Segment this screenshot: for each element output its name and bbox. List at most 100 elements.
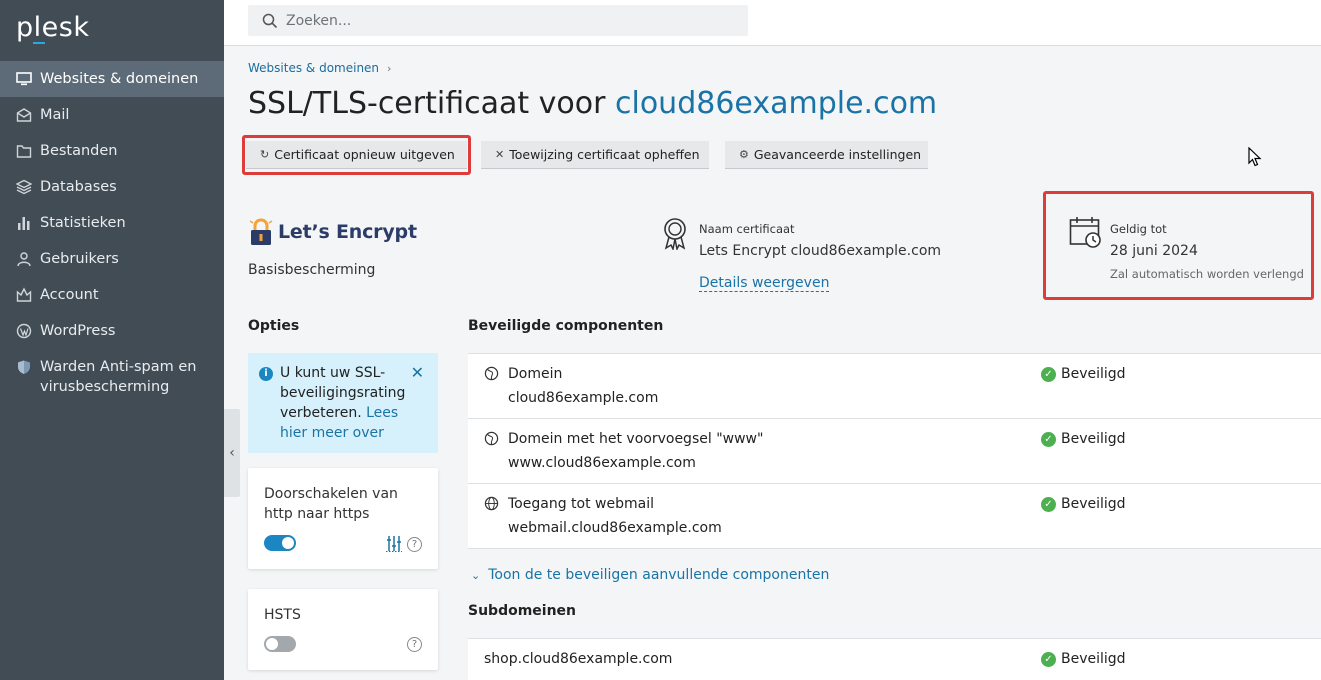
- monitor-icon: [16, 72, 32, 86]
- user-icon: [17, 252, 31, 267]
- sidebar-item-wordpress[interactable]: WordPress: [0, 313, 224, 349]
- bar-chart-icon: [18, 217, 30, 230]
- status-text: Beveiligd: [1061, 496, 1126, 512]
- table-row: Domein met het voorvoegsel "www" www.clo…: [468, 419, 1321, 484]
- redirect-https-toggle[interactable]: [264, 535, 296, 551]
- component-name: Toegang tot webmail: [508, 496, 654, 512]
- lets-encrypt-logo: Let’s Encrypt: [248, 217, 417, 247]
- unassign-certificate-label: Toewijzing certificaat opheffen: [509, 147, 700, 162]
- plesk-logo[interactable]: plesk: [16, 12, 89, 43]
- chevron-down-icon: ⌄: [471, 568, 481, 582]
- close-icon[interactable]: ✕: [411, 363, 424, 383]
- component-domain: webmail.cloud86example.com: [508, 520, 722, 536]
- status-badge: ✓ Beveiligd: [1041, 431, 1126, 447]
- mouse-cursor-icon: [1248, 147, 1262, 167]
- info-banner: i ✕ U kunt uw SSL-beveiligingsrating ver…: [248, 353, 438, 453]
- status-text: Beveiligd: [1061, 651, 1126, 667]
- certificate-badge-icon: [664, 218, 686, 250]
- table-row: Domein cloud86example.com ✓ Beveiligd: [468, 354, 1321, 419]
- sidebar-item-mail[interactable]: Mail: [0, 97, 224, 133]
- options-heading: Opties: [248, 318, 300, 334]
- certificate-name-label: Naam certificaat: [699, 222, 795, 236]
- certificate-name-value: Lets Encrypt cloud86example.com: [699, 243, 942, 259]
- sidebar-item-statistics[interactable]: Statistieken: [0, 205, 224, 241]
- search-box: [248, 5, 748, 36]
- chevron-right-icon: ›: [387, 61, 392, 75]
- sidebar-item-label: Gebruikers: [40, 251, 119, 267]
- status-text: Beveiligd: [1061, 431, 1126, 447]
- component-name: Domein: [508, 366, 563, 382]
- gear-icon: ⚙: [739, 148, 749, 161]
- component-domain: www.cloud86example.com: [508, 455, 696, 471]
- sidebar-item-files[interactable]: Bestanden: [0, 133, 224, 169]
- hsts-label: HSTS: [264, 607, 301, 623]
- sidebar-item-users[interactable]: Gebruikers: [0, 241, 224, 277]
- unassign-certificate-button[interactable]: ✕ Toewijzing certificaat opheffen: [481, 141, 709, 169]
- info-icon: i: [259, 367, 273, 381]
- check-icon: ✓: [1041, 496, 1056, 512]
- sidebar-item-databases[interactable]: Databases: [0, 169, 224, 205]
- domain-icon: [484, 431, 499, 446]
- sidebar-item-label: Warden Anti-spam en virusbescherming: [40, 359, 197, 395]
- breadcrumb-link-websites[interactable]: Websites & domeinen: [248, 61, 379, 75]
- chevron-left-icon: ‹: [229, 445, 235, 461]
- sidebar-collapse-button[interactable]: ‹: [224, 409, 240, 497]
- component-name: Domein met het voorvoegsel "www": [508, 431, 764, 447]
- top-bar: [224, 0, 1321, 46]
- sidebar: plesk Websites & domeinen Mail Bestanden…: [0, 0, 224, 680]
- settings-sliders-icon[interactable]: [386, 535, 402, 552]
- status-badge: ✓ Beveiligd: [1041, 366, 1126, 382]
- show-more-label: Toon de te beveiligen aanvullende compon…: [488, 567, 830, 583]
- padlock-icon: [249, 218, 273, 245]
- secured-components-table: Domein cloud86example.com ✓ Beveiligd Dom…: [468, 353, 1321, 549]
- page-title: SSL/TLS-certificaat voor cloud86example.…: [248, 86, 937, 121]
- sidebar-item-account[interactable]: Account: [0, 277, 224, 313]
- subdomains-table: shop.cloud86example.com ✓ Beveiligd: [468, 638, 1321, 680]
- subdomain-name: shop.cloud86example.com: [484, 651, 673, 667]
- wordpress-icon: [16, 323, 32, 339]
- hsts-card: HSTS ?: [248, 589, 438, 670]
- highlight-reissue-button: [242, 135, 471, 175]
- sidebar-item-label: Databases: [40, 179, 117, 195]
- search-input[interactable]: [286, 12, 726, 29]
- sidebar-nav: Websites & domeinen Mail Bestanden Datab…: [0, 61, 224, 405]
- sidebar-item-websites-domains[interactable]: Websites & domeinen: [0, 61, 224, 97]
- component-domain: cloud86example.com: [508, 390, 659, 406]
- help-icon[interactable]: ?: [407, 637, 422, 652]
- lets-encrypt-name: Let’s Encrypt: [278, 221, 417, 243]
- details-link[interactable]: Details weergeven: [699, 275, 830, 292]
- page-title-domain[interactable]: cloud86example.com: [615, 86, 937, 121]
- hsts-toggle[interactable]: [264, 636, 296, 652]
- advanced-settings-button[interactable]: ⚙ Geavanceerde instellingen: [725, 141, 928, 169]
- highlight-valid-until: [1043, 191, 1314, 300]
- protection-level: Basisbescherming: [248, 262, 376, 278]
- breadcrumb: Websites & domeinen ›: [248, 61, 391, 75]
- mail-icon: [16, 108, 32, 122]
- status-badge: ✓ Beveiligd: [1041, 651, 1126, 667]
- sidebar-item-warden[interactable]: Warden Anti-spam en virusbescherming: [0, 349, 224, 405]
- status-badge: ✓ Beveiligd: [1041, 496, 1126, 512]
- domain-icon: [484, 366, 499, 381]
- shield-icon: [18, 360, 30, 374]
- check-icon: ✓: [1041, 651, 1056, 667]
- subdomains-heading: Subdomeinen: [468, 603, 577, 619]
- globe-icon: [484, 496, 499, 511]
- advanced-settings-label: Geavanceerde instellingen: [753, 147, 922, 162]
- help-icon[interactable]: ?: [407, 537, 422, 552]
- folder-icon: [16, 145, 32, 158]
- sidebar-item-label: Account: [40, 287, 99, 303]
- sidebar-item-label: Statistieken: [40, 215, 126, 231]
- page-title-prefix: SSL/TLS-certificaat voor: [248, 86, 606, 121]
- show-more-components-link[interactable]: ⌄ Toon de te beveiligen aanvullende comp…: [471, 567, 829, 583]
- sidebar-item-label: Mail: [40, 107, 70, 123]
- secured-components-heading: Beveiligde componenten: [468, 318, 664, 334]
- database-icon: [16, 179, 32, 195]
- sidebar-item-label: Bestanden: [40, 143, 118, 159]
- check-icon: ✓: [1041, 431, 1056, 447]
- account-icon: [16, 287, 32, 302]
- check-icon: ✓: [1041, 366, 1056, 382]
- redirect-https-label: Doorschakelen van http naar https: [264, 486, 398, 522]
- sidebar-item-label: Websites & domeinen: [40, 71, 199, 87]
- table-row: Toegang tot webmail webmail.cloud86examp…: [468, 484, 1321, 549]
- status-text: Beveiligd: [1061, 366, 1126, 382]
